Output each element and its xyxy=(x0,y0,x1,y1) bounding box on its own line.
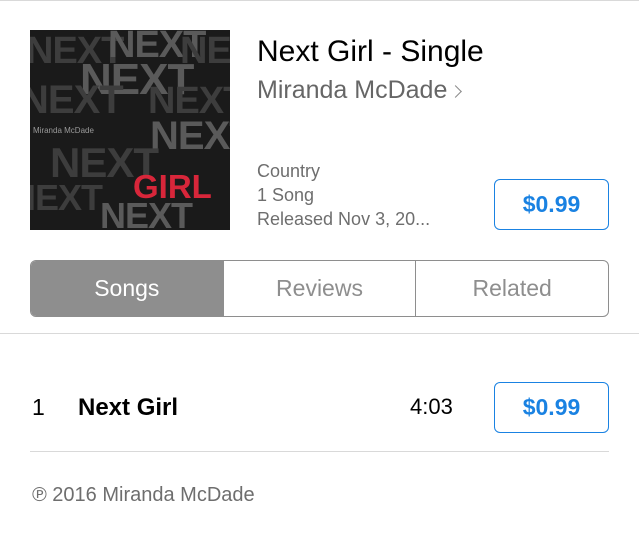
tab-related[interactable]: Related xyxy=(415,261,608,316)
album-genre: Country xyxy=(257,161,321,181)
copyright-text: ℗ 2016 Miranda McDade xyxy=(32,484,255,506)
art-artist-name: Miranda McDade xyxy=(33,126,94,135)
tab-reviews[interactable]: Reviews xyxy=(222,261,416,316)
track-number: 1 xyxy=(32,394,45,420)
art-background-word: NEXT xyxy=(30,78,124,122)
artist-name: Miranda McDade xyxy=(257,76,448,104)
section-divider xyxy=(0,333,639,334)
album-release-date: Released Nov 3, 20... xyxy=(257,209,431,229)
track-title: Next Girl xyxy=(78,394,179,421)
album-buy-button[interactable]: $0.99 xyxy=(494,179,609,230)
art-featured-word: GIRL xyxy=(133,168,212,205)
art-background-word: NEXT xyxy=(150,114,230,158)
album-song-count: 1 Song xyxy=(257,185,315,205)
album-artwork[interactable]: NEXT NEXT NEXT NEXT NEXT NEXT NEXT NEXT … xyxy=(30,30,230,230)
track-duration: 4:03 xyxy=(410,394,453,419)
track-buy-button[interactable]: $0.99 xyxy=(494,382,609,433)
artist-link[interactable]: Miranda McDade xyxy=(257,75,463,105)
chevron-right-icon xyxy=(449,84,463,98)
top-divider xyxy=(0,0,639,1)
album-title: Next Girl - Single xyxy=(257,35,484,68)
tab-songs[interactable]: Songs xyxy=(31,261,223,316)
segmented-control: Songs Reviews Related xyxy=(30,260,609,317)
art-background-word: NEXT xyxy=(30,177,103,218)
row-divider xyxy=(30,451,609,452)
